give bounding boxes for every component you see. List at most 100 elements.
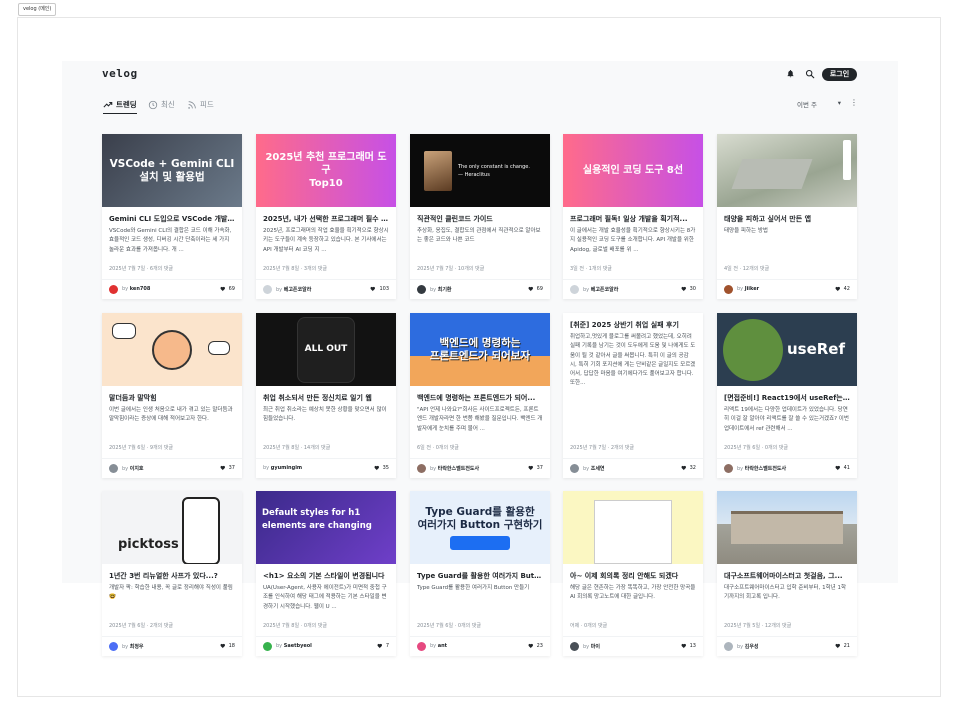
- avatar[interactable]: [724, 642, 733, 651]
- tab-recent[interactable]: 최신: [148, 97, 175, 113]
- post-card[interactable]: 아~ 이제 회의록 정리 안해도 되겠다 해당 글은 현존하는 가장 똑똑하고,…: [563, 491, 703, 656]
- post-meta: 2025년 7월 7일 · 6개의 댓글: [109, 266, 174, 272]
- author-line[interactable]: by 김우성: [737, 643, 759, 650]
- post-description: 2025년, 프로그래머의 작업 효율을 획기적으로 향상시키는 도구들이 계속…: [263, 228, 389, 253]
- post-thumbnail: useRef: [717, 313, 857, 386]
- post-title[interactable]: 백엔드에 명령하는 프론트엔드가 되어...: [417, 393, 543, 403]
- post-card[interactable]: useRef [면접준비!] React19에서 useRef는 ... 리액트…: [717, 313, 857, 478]
- phone-mockup: [182, 497, 220, 564]
- post-thumbnail: VSCode + Gemini CLI 설치 및 활용법: [102, 134, 242, 207]
- author-name: 최기환: [437, 287, 452, 293]
- post-title[interactable]: 2025년, 내가 선택한 프로그래머 필수 ...: [263, 214, 389, 224]
- post-card[interactable]: VSCode + Gemini CLI 설치 및 활용법 Gemini CLI …: [102, 134, 242, 299]
- post-footer: by Jiiker 42: [717, 279, 857, 299]
- post-meta: 2025년 7월 7일 · 10개의 댓글: [417, 266, 485, 272]
- author-line[interactable]: by 최기환: [430, 286, 452, 293]
- avatar[interactable]: [263, 642, 272, 651]
- post-card[interactable]: 말더듬과 말막힘 이번 글에서는 인생 처음으로 내가 겪고 있는 말더듬과 말…: [102, 313, 242, 478]
- avatar[interactable]: [570, 285, 579, 294]
- post-title[interactable]: 1년간 3번 리뉴얼한 사프가 있다...?: [109, 571, 235, 581]
- post-thumbnail: 2025년 추천 프로그래머 도구 Top10: [256, 134, 396, 207]
- post-card[interactable]: 2025년 추천 프로그래머 도구 Top10 2025년, 내가 선택한 프로…: [256, 134, 396, 299]
- post-description: UA(User-Agent, 사용자 에이전트)가 미면적 중첩 구조를 인식하…: [263, 585, 387, 610]
- post-card[interactable]: 실용적인 코딩 도구 8선 프로그래머 필독! 일상 개발을 획기적... 이 …: [563, 134, 703, 299]
- post-card[interactable]: 태양을 피하고 싶어서 만든 앱 태양을 피하는 방법 4일 전 · 12개의 …: [717, 134, 857, 299]
- post-title[interactable]: <h1> 요소의 기본 스타일이 변경됩니다: [263, 571, 389, 581]
- author-line[interactable]: by 타락한스벨트전도사: [737, 465, 786, 472]
- avatar[interactable]: [570, 464, 579, 473]
- more-options-icon[interactable]: ⋮: [850, 98, 858, 107]
- avatar[interactable]: [417, 285, 426, 294]
- speech-bubble: [208, 341, 230, 355]
- period-select[interactable]: 이번 주 ▾: [797, 99, 841, 109]
- tab-feed[interactable]: 피드: [187, 97, 214, 113]
- post-card[interactable]: Default styles for h1 elements are chang…: [256, 491, 396, 656]
- like-count: 18: [220, 643, 235, 649]
- author-line[interactable]: by 이지호: [122, 465, 144, 472]
- post-meta: 2025년 7월 6일 · 0개의 댓글: [417, 623, 482, 629]
- post-title[interactable]: 취업 취소되서 만든 정신치료 일기 웹: [263, 393, 389, 403]
- avatar[interactable]: [109, 464, 118, 473]
- post-title[interactable]: 직관적인 클린코드 가이드: [417, 214, 543, 224]
- author-line[interactable]: by Jiiker: [737, 286, 759, 292]
- author-line[interactable]: by 최정우: [122, 643, 144, 650]
- avatar[interactable]: [417, 642, 426, 651]
- author-name: 타락한스벨트전도사: [437, 466, 480, 472]
- post-title[interactable]: Type Guard를 활용한 여러가지 Butto...: [417, 571, 543, 581]
- velog-logo[interactable]: velog: [102, 67, 138, 80]
- like-count: 21: [835, 643, 850, 649]
- post-meta: 2025년 7월 5일 · 12개의 댓글: [724, 623, 792, 629]
- avatar[interactable]: [417, 464, 426, 473]
- avatar[interactable]: [263, 285, 272, 294]
- author-name: ant: [437, 643, 448, 649]
- author-line[interactable]: by ant: [430, 643, 447, 649]
- post-title[interactable]: 말더듬과 말막힘: [109, 393, 235, 403]
- post-meta: 2025년 7월 8일 · 0개의 댓글: [263, 623, 328, 629]
- heart-icon: [835, 286, 840, 292]
- avatar[interactable]: [724, 464, 733, 473]
- author-line[interactable]: by ken708: [122, 286, 150, 292]
- like-count: 32: [681, 465, 696, 471]
- author-name: gyumingim: [270, 465, 303, 471]
- bell-icon[interactable]: [786, 69, 795, 78]
- post-title[interactable]: Gemini CLI 도입으로 VSCode 개발 ...: [109, 214, 235, 224]
- post-footer: by gyumingim 35: [256, 458, 396, 478]
- window-tab[interactable]: velog (메인): [18, 3, 57, 16]
- author-line[interactable]: by gyumingim: [263, 465, 302, 471]
- author-line[interactable]: by 베고픈코알라: [276, 286, 311, 293]
- post-title[interactable]: 태양을 피하고 싶어서 만든 앱: [724, 214, 850, 224]
- tab-trending[interactable]: 트렌딩: [103, 97, 137, 114]
- post-card[interactable]: picktoss 1년간 3번 리뉴얼한 사프가 있다...? 개발자 팍: 학…: [102, 491, 242, 656]
- post-card[interactable]: [취준] 2025 상반기 취업 실패 후기 취업하고,멋있게 블로그를 써볼려…: [563, 313, 703, 478]
- avatar[interactable]: [570, 642, 579, 651]
- post-title[interactable]: [면접준비!] React19에서 useRef는 ...: [724, 393, 850, 403]
- avatar[interactable]: [724, 285, 733, 294]
- author-line[interactable]: by 베고픈코알라: [583, 286, 618, 293]
- post-card[interactable]: ALL OUT 취업 취소되서 만든 정신치료 일기 웹 최근 취업 취소라는 …: [256, 313, 396, 478]
- clock-icon: [148, 100, 158, 110]
- like-count: 13: [681, 643, 696, 649]
- post-card[interactable]: The only constant is change. — Heraclitu…: [410, 134, 550, 299]
- post-meta: 2025년 7월 8일 · 3개의 댓글: [263, 266, 328, 272]
- author-line[interactable]: by 마이: [583, 643, 600, 650]
- author-line[interactable]: by 조세연: [583, 465, 605, 472]
- trending-icon: [103, 101, 113, 108]
- post-card[interactable]: 백엔드에 명령하는 프론트엔드가 되어보자 백엔드에 명령하는 프론트엔드가 되…: [410, 313, 550, 478]
- post-title[interactable]: 대구소프트웨어마이스터고 첫걸음, 그...: [724, 571, 850, 581]
- post-title[interactable]: [취준] 2025 상반기 취업 실패 후기: [570, 320, 696, 330]
- post-title[interactable]: 프로그래머 필독! 일상 개발을 획기적...: [570, 214, 696, 224]
- tab-label: 피드: [200, 100, 214, 109]
- post-footer: by 베고픈코알라 103: [256, 279, 396, 299]
- avatar[interactable]: [109, 642, 118, 651]
- post-card[interactable]: 대구소프트웨어마이스터고 첫걸음, 그... 대구소프트웨어마이스터고 입학 준…: [717, 491, 857, 656]
- search-icon[interactable]: [805, 69, 815, 79]
- avatar[interactable]: [109, 285, 118, 294]
- login-button[interactable]: 로그인: [822, 68, 857, 81]
- author-line[interactable]: by 타락한스벨트전도사: [430, 465, 479, 472]
- heart-icon: [681, 286, 686, 292]
- post-footer: by 최정우 18: [102, 636, 242, 656]
- post-card[interactable]: Type Guard를 활용한 여러가지 Button 구현하기 Type Gu…: [410, 491, 550, 656]
- post-title[interactable]: 아~ 이제 회의록 정리 안해도 되겠다: [570, 571, 696, 581]
- author-name: ken708: [129, 286, 151, 292]
- author-line[interactable]: by Saetbyeol: [276, 643, 312, 649]
